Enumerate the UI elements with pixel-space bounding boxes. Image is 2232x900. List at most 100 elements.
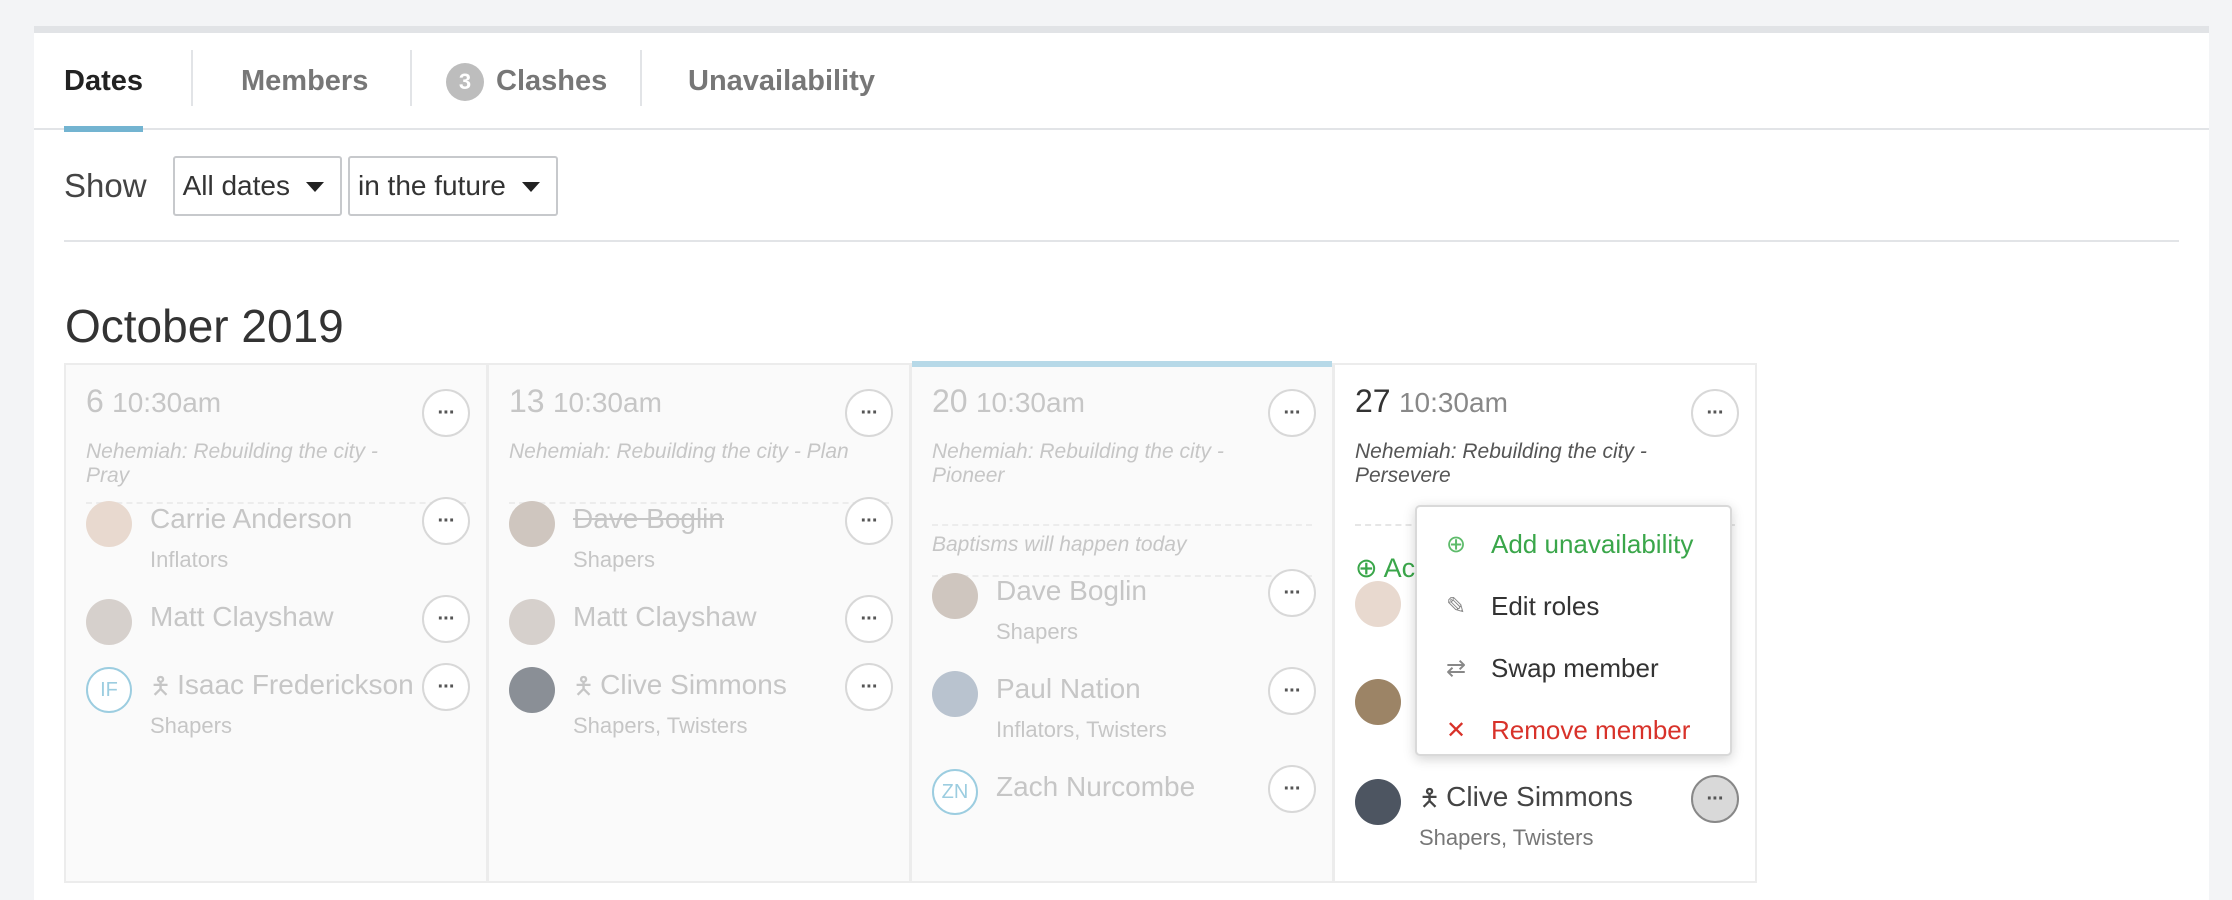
today-indicator (912, 361, 1332, 367)
date-more-button[interactable]: ··· (422, 389, 470, 437)
member-name-text: Clive Simmons (600, 669, 787, 700)
member-more-button[interactable]: ··· (845, 497, 893, 545)
sermon-title: Nehemiah: Rebuilding the city - Plan (509, 440, 849, 463)
avatar (509, 599, 555, 645)
member-more-button[interactable]: ··· (845, 595, 893, 643)
active-tab-indicator (64, 126, 143, 132)
ellipsis-icon: ··· (860, 509, 879, 532)
avatar (86, 501, 132, 547)
plus-circle-icon: ⊕ (1445, 530, 1467, 558)
tab-divider (191, 50, 193, 106)
tab-dates[interactable]: Dates (64, 33, 143, 132)
member-role: Inflators, Twisters (996, 717, 1167, 742)
ellipsis-icon: ··· (1706, 787, 1725, 810)
date-time: 10:30am (552, 387, 662, 418)
ellipsis-icon: ··· (437, 607, 456, 630)
ellipsis-icon: ··· (1283, 777, 1302, 800)
date-more-button[interactable]: ··· (1268, 389, 1316, 437)
tab-unavailability[interactable]: Unavailability (688, 33, 875, 130)
date-number: 20 (932, 383, 968, 419)
filter-row: Show All dates in the future (64, 155, 564, 217)
menu-remove-member-label: Remove member (1491, 714, 1691, 745)
member-more-button[interactable]: ··· (1691, 775, 1739, 823)
menu-edit-roles-label: Edit roles (1491, 590, 1600, 621)
menu-swap-member[interactable]: ⇄ Swap member (1417, 637, 1730, 699)
tab-members[interactable]: Members (241, 33, 368, 130)
date-column: 6 10:30am ··· Nehemiah: Rebuilding the c… (64, 363, 488, 883)
member-name[interactable]: Zach Nurcombe (996, 771, 1195, 803)
avatar (1355, 779, 1401, 825)
date-note: Baptisms will happen today (932, 533, 1187, 556)
member-more-button[interactable]: ··· (1268, 765, 1316, 813)
ellipsis-icon: ··· (437, 509, 456, 532)
tab-bar: Dates Members 3 Clashes Unavailability (34, 33, 2209, 132)
caret-down-icon (521, 182, 540, 192)
member-name[interactable]: 🯅 Clive Simmons (573, 669, 787, 710)
date-more-button[interactable]: ··· (845, 389, 893, 437)
member-name[interactable]: Paul Nation (996, 673, 1141, 705)
time-filter-value: in the future (357, 170, 506, 201)
menu-edit-roles[interactable]: ✎ Edit roles (1417, 575, 1730, 637)
avatar (86, 599, 132, 645)
time-filter-select[interactable]: in the future (347, 156, 558, 216)
tab-members-label: Members (241, 65, 369, 97)
tab-clashes-label: Clashes (496, 65, 608, 97)
date-time: 10:30am (975, 387, 1085, 418)
ellipsis-icon: ··· (860, 401, 879, 424)
member-name[interactable]: Matt Clayshaw (150, 601, 334, 633)
member-more-button[interactable]: ··· (422, 663, 470, 711)
divider (64, 240, 2179, 242)
member-role: Shapers (573, 547, 655, 572)
ellipsis-icon: ··· (860, 607, 879, 630)
caret-down-icon (305, 182, 324, 192)
sermon-title: Nehemiah: Rebuilding the city - Persever… (1355, 440, 1647, 487)
member-name[interactable]: 🯅 Clive Simmons (1419, 781, 1633, 822)
date-time: 10:30am (112, 387, 222, 418)
member-name[interactable]: Dave Boglin (996, 575, 1147, 607)
menu-swap-member-label: Swap member (1491, 652, 1659, 683)
close-icon: ✕ (1445, 716, 1467, 744)
member-more-button[interactable]: ··· (845, 663, 893, 711)
swap-icon: ⇄ (1445, 654, 1467, 682)
member-more-button[interactable]: ··· (422, 595, 470, 643)
menu-remove-member[interactable]: ✕ Remove member (1417, 699, 1730, 761)
pencil-icon: ✎ (1445, 592, 1467, 620)
tab-clashes[interactable]: 3 Clashes (446, 33, 607, 130)
avatar (509, 501, 555, 547)
person-icon: 🯅 (150, 673, 172, 700)
date-more-button[interactable]: ··· (1691, 389, 1739, 437)
sermon-title: Nehemiah: Rebuilding the city - Pioneer (932, 440, 1224, 487)
avatar (1355, 679, 1401, 725)
member-name[interactable]: Matt Clayshaw (573, 601, 757, 633)
menu-add-unavailability[interactable]: ⊕ Add unavailability (1417, 513, 1730, 575)
tab-divider (410, 50, 412, 106)
avatar-initials: ZN (932, 769, 978, 815)
avatar (1355, 581, 1401, 627)
person-icon: 🯅 (1419, 785, 1441, 812)
member-more-button[interactable]: ··· (422, 497, 470, 545)
sermon-title: Nehemiah: Rebuilding the city - Pray (86, 440, 378, 487)
member-name[interactable]: 🯅 Isaac Frederickson (150, 669, 414, 710)
date-number: 27 (1355, 383, 1391, 419)
member-role: Shapers, Twisters (1419, 825, 1594, 850)
ellipsis-icon: ··· (1283, 581, 1302, 604)
date-column: 13 10:30am ··· Nehemiah: Rebuilding the … (487, 363, 911, 883)
date-range-value: All dates (182, 170, 290, 201)
member-name[interactable]: Dave Boglin (573, 503, 724, 535)
member-name[interactable]: Carrie Anderson (150, 503, 352, 535)
member-more-button[interactable]: ··· (1268, 667, 1316, 715)
tab-unavailability-label: Unavailability (688, 65, 875, 97)
ellipsis-icon: ··· (1283, 401, 1302, 424)
avatar-initials: IF (86, 667, 132, 713)
avatar (509, 667, 555, 713)
member-more-button[interactable]: ··· (1268, 569, 1316, 617)
member-role: Shapers, Twisters (573, 713, 748, 738)
add-member-link[interactable]: ⊕ Ac (1355, 553, 1415, 584)
date-range-select[interactable]: All dates (172, 156, 342, 216)
member-role: Shapers (150, 713, 232, 738)
ellipsis-icon: ··· (1706, 401, 1725, 424)
menu-add-unavailability-label: Add unavailability (1491, 528, 1694, 559)
clash-count-badge: 3 (446, 62, 484, 101)
ellipsis-icon: ··· (437, 675, 456, 698)
date-heading: 20 10:30am (932, 383, 1085, 420)
